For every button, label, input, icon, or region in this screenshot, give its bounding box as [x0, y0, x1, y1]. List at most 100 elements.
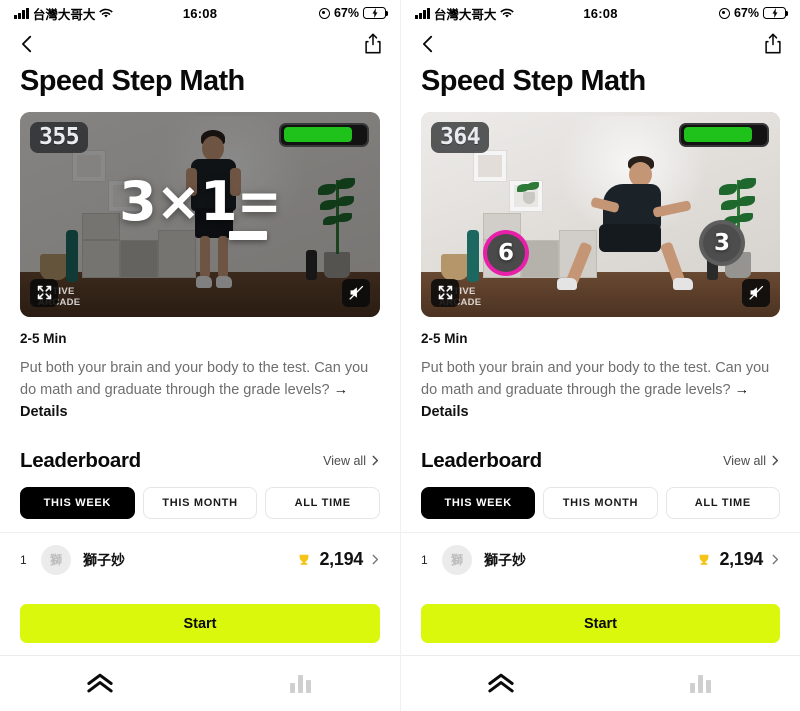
player-score: 2,194 — [719, 549, 763, 570]
page-title: Speed Step Math — [421, 65, 646, 97]
clock-label: 16:08 — [583, 5, 618, 21]
leaderboard-row[interactable]: 1 獅 獅子妙 2,194 — [0, 531, 400, 585]
tab-home[interactable] — [401, 673, 601, 694]
double-chevron-up-icon — [488, 673, 514, 693]
player-name: 獅子妙 — [484, 551, 526, 568]
nav-bar — [401, 26, 800, 62]
bar-chart-icon — [289, 674, 311, 693]
progress-bar — [279, 122, 369, 147]
bar-chart-icon — [689, 674, 711, 693]
nav-bar — [0, 26, 400, 62]
leaderboard-header: Leaderboard View all — [0, 423, 400, 473]
score-badge: 364 — [431, 121, 490, 154]
clock-label: 16:08 — [182, 5, 218, 21]
chevron-right-icon — [772, 555, 779, 565]
score-group: 2,194 — [297, 549, 380, 570]
description-text: Put both your brain and your body to the… — [0, 346, 400, 423]
view-all-label: View all — [323, 453, 366, 468]
duration-label: 2-5 Min — [421, 330, 468, 346]
volume-muted-icon[interactable] — [342, 278, 370, 307]
player-name: 獅子妙 — [83, 551, 125, 568]
score-badge: 355 — [30, 121, 89, 154]
leaderboard-filters: THIS WEEK THIS MONTH ALL TIME — [401, 473, 800, 519]
back-button[interactable] — [16, 33, 38, 55]
filter-this-week[interactable]: THIS WEEK — [421, 486, 536, 519]
carrier-label: 台灣大哥大 — [433, 7, 497, 22]
side-by-side-screenshots: 台灣大哥大 16:08 67% Speed Step Math 355 3×1=… — [0, 0, 800, 711]
chevron-right-icon — [772, 456, 779, 466]
wifi-icon — [99, 8, 114, 19]
tab-bar — [401, 655, 800, 711]
share-button[interactable] — [362, 32, 384, 56]
start-button[interactable]: Start — [421, 604, 780, 643]
video-preview[interactable]: 355 3×1= ACTIVE ARCADE — [20, 111, 380, 317]
leaderboard-title: Leaderboard — [421, 448, 542, 472]
tab-stats[interactable] — [200, 674, 400, 693]
equation-blank — [228, 230, 267, 240]
answer-option[interactable]: 3 — [699, 219, 745, 266]
filter-all-time[interactable]: ALL TIME — [265, 486, 381, 519]
battery-percent-label: 67% — [333, 6, 359, 20]
wifi-icon — [500, 8, 515, 19]
answer-option-selected[interactable]: 6 — [483, 229, 529, 276]
duration-label: 2-5 Min — [20, 330, 67, 346]
equation-text: 3×1= — [119, 170, 282, 234]
leaderboard-filters: THIS WEEK THIS MONTH ALL TIME — [0, 473, 400, 519]
leaderboard-header: Leaderboard View all — [401, 423, 800, 473]
chevron-right-icon — [372, 456, 379, 466]
description-body: Put both your brain and your body to the… — [20, 359, 369, 398]
rank-label: 1 — [20, 552, 27, 567]
double-chevron-up-icon — [87, 673, 113, 693]
view-all-label: View all — [723, 453, 766, 468]
fullscreen-expand-icon[interactable] — [431, 278, 459, 307]
start-button[interactable]: Start — [20, 604, 380, 643]
volume-muted-icon[interactable] — [742, 278, 770, 307]
details-arrow: → — [333, 381, 349, 398]
details-arrow: → — [734, 381, 750, 398]
filter-all-time[interactable]: ALL TIME — [665, 486, 780, 519]
avatar: 獅 — [41, 544, 71, 575]
phone-screen-right: 台灣大哥大 16:08 67% Speed Step Math 364 6 3 … — [400, 0, 800, 711]
progress-bar-fill — [283, 127, 353, 143]
cellular-signal-icon — [14, 7, 29, 19]
player-score: 2,194 — [319, 549, 363, 570]
description-body: Put both your brain and your body to the… — [421, 359, 770, 398]
fullscreen-expand-icon[interactable] — [30, 278, 58, 307]
progress-bar — [679, 122, 769, 147]
trophy-icon — [700, 554, 709, 565]
start-button-container: Start — [0, 604, 400, 655]
status-bar: 台灣大哥大 16:08 67% — [0, 0, 400, 26]
tab-bar — [0, 655, 400, 711]
score-group: 2,194 — [697, 549, 780, 570]
rank-label: 1 — [421, 552, 428, 567]
view-all-button[interactable]: View all — [323, 454, 380, 468]
filter-this-week[interactable]: THIS WEEK — [20, 486, 135, 519]
filter-this-month[interactable]: THIS MONTH — [543, 486, 658, 519]
battery-charging-icon — [763, 7, 789, 19]
tab-stats[interactable] — [601, 674, 800, 693]
chevron-right-icon — [372, 555, 379, 565]
leaderboard-title: Leaderboard — [20, 448, 141, 472]
leaderboard-row[interactable]: 1 獅 獅子妙 2,194 — [401, 531, 800, 585]
location-services-icon — [318, 7, 330, 19]
battery-percent-label: 67% — [733, 6, 759, 20]
progress-bar-fill — [683, 127, 753, 143]
avatar: 獅 — [442, 544, 472, 575]
back-button[interactable] — [417, 33, 439, 55]
phone-screen-left: 台灣大哥大 16:08 67% Speed Step Math 355 3×1=… — [0, 0, 400, 711]
details-link[interactable]: Details — [20, 404, 68, 420]
filter-this-month[interactable]: THIS MONTH — [142, 486, 258, 519]
details-link[interactable]: Details — [421, 404, 469, 420]
view-all-button[interactable]: View all — [723, 454, 780, 468]
carrier-label: 台灣大哥大 — [32, 7, 96, 22]
description-text: Put both your brain and your body to the… — [401, 346, 800, 423]
status-bar-right: 67% — [646, 6, 789, 20]
video-preview[interactable]: 364 6 3 ACTIVE ARCADE — [421, 111, 780, 317]
status-bar-left: 台灣大哥大 — [415, 4, 555, 23]
status-bar: 台灣大哥大 16:08 67% — [401, 0, 800, 26]
share-button[interactable] — [762, 32, 784, 56]
tab-home[interactable] — [0, 673, 200, 694]
page-title: Speed Step Math — [20, 65, 245, 97]
location-services-icon — [718, 7, 730, 19]
start-button-container: Start — [401, 604, 800, 655]
